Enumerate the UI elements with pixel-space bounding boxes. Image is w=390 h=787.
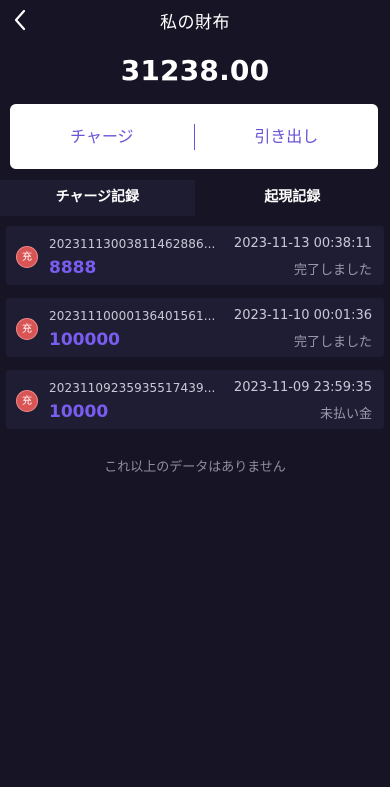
action-card: チャージ 引き出し (10, 104, 378, 169)
record-time: 2023-11-10 00:01:36 (233, 308, 372, 323)
record-amount: 8888 (49, 258, 97, 278)
record-status: 完了しました (293, 335, 372, 350)
record-time: 2023-11-13 00:38:11 (233, 236, 372, 251)
page-title: 私の財布 (160, 13, 230, 33)
charge-badge: 充 (16, 246, 38, 268)
charge-badge: 充 (16, 318, 38, 340)
list-item[interactable]: 充 20231110000136401561... 2023-11-10 00:… (6, 298, 384, 357)
record-tabs: チャージ記録 起現記録 (0, 180, 390, 216)
tab-withdraw-records[interactable]: 起現記録 (195, 180, 390, 216)
list-item[interactable]: 充 20231113003811462886... 2023-11-13 00:… (6, 226, 384, 285)
record-status: 未払い金 (319, 407, 372, 422)
order-id: 20231109235935517439... (49, 381, 216, 395)
record-status: 完了しました (293, 263, 372, 278)
record-time: 2023-11-09 23:59:35 (233, 380, 372, 395)
record-list: 充 20231113003811462886... 2023-11-13 00:… (6, 226, 384, 442)
no-more-data-text: これ以上のデータはありません (104, 460, 286, 475)
charge-badge: 充 (16, 390, 38, 412)
charge-button[interactable]: チャージ (10, 104, 194, 169)
tab-charge-records[interactable]: チャージ記録 (0, 180, 195, 216)
record-amount: 100000 (49, 330, 120, 350)
order-id: 20231110000136401561... (49, 309, 216, 323)
list-item[interactable]: 充 20231109235935517439... 2023-11-09 23:… (6, 370, 384, 429)
header-bar: 私の財布 (0, 0, 390, 40)
withdraw-button[interactable]: 引き出し (195, 104, 379, 169)
record-amount: 10000 (49, 402, 109, 422)
order-id: 20231113003811462886... (49, 237, 216, 251)
wallet-balance: 31238.00 (120, 54, 270, 87)
